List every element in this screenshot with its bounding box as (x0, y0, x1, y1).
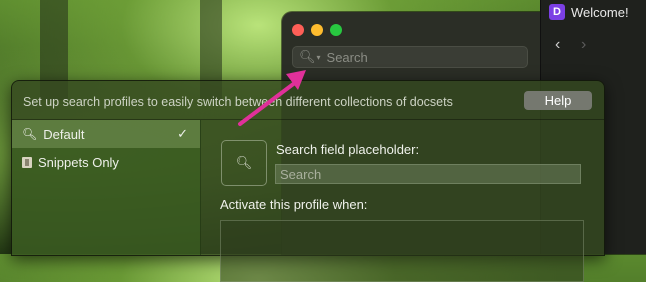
annotation-arrow-icon (238, 70, 306, 126)
